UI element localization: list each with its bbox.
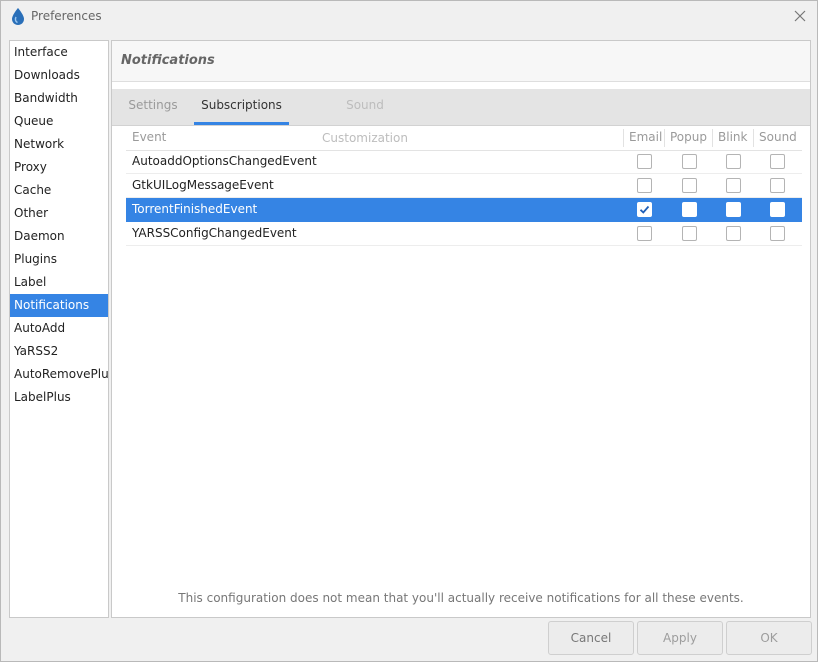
sound-checkbox[interactable]: [770, 154, 785, 169]
column-header-email[interactable]: Email: [629, 130, 662, 144]
column-separator: [753, 129, 754, 147]
popup-checkbox[interactable]: [682, 178, 697, 193]
sidebar-item-labelplus[interactable]: LabelPlus: [10, 386, 108, 409]
apply-button[interactable]: Apply: [637, 621, 723, 655]
popup-checkbox[interactable]: [682, 226, 697, 241]
tab-settings[interactable]: Settings: [120, 89, 186, 122]
cancel-button[interactable]: Cancel: [548, 621, 634, 655]
email-checkbox[interactable]: [637, 226, 652, 241]
sidebar-item-proxy[interactable]: Proxy: [10, 156, 108, 179]
blink-checkbox[interactable]: [726, 202, 741, 217]
tab-subscriptions[interactable]: Subscriptions: [194, 89, 289, 125]
section-header: Notifications: [112, 41, 810, 82]
column-separator: [712, 129, 713, 147]
column-separator: [664, 129, 665, 147]
column-separator: [623, 129, 624, 147]
sidebar-item-downloads[interactable]: Downloads: [10, 64, 108, 87]
email-checkbox[interactable]: [637, 154, 652, 169]
notifications-panel: Notifications Settings Subscriptions Sou…: [111, 40, 811, 618]
event-name: AutoaddOptionsChangedEvent: [132, 154, 317, 168]
column-header-event[interactable]: Event: [132, 130, 166, 144]
sidebar-item-cache[interactable]: Cache: [10, 179, 108, 202]
sidebar-item-other[interactable]: Other: [10, 202, 108, 225]
footnote-text: This configuration does not mean that yo…: [178, 591, 744, 605]
sidebar-item-autoremoveplus[interactable]: AutoRemovePlus: [10, 363, 108, 386]
blink-checkbox[interactable]: [726, 226, 741, 241]
table-header: Event Email Popup Blink Sound: [126, 126, 802, 151]
column-header-popup[interactable]: Popup: [670, 130, 707, 144]
event-name: TorrentFinishedEvent: [132, 202, 258, 216]
table-row-selected[interactable]: TorrentFinishedEvent: [126, 198, 802, 222]
blink-checkbox[interactable]: [726, 154, 741, 169]
preferences-window: Preferences Interface Downloads Bandwidt…: [0, 0, 818, 662]
popup-checkbox[interactable]: [682, 202, 697, 217]
sidebar-item-label[interactable]: Label: [10, 271, 108, 294]
sound-checkbox[interactable]: [770, 202, 785, 217]
sidebar-item-plugins[interactable]: Plugins: [10, 248, 108, 271]
event-name: GtkUILogMessageEvent: [132, 178, 274, 192]
email-checkbox[interactable]: [637, 202, 652, 217]
column-header-blink[interactable]: Blink: [718, 130, 747, 144]
window-title: Preferences: [31, 9, 102, 23]
preferences-sidebar: Interface Downloads Bandwidth Queue Netw…: [9, 40, 109, 618]
close-icon[interactable]: [791, 7, 809, 25]
checkmark-icon: [639, 205, 650, 214]
titlebar: Preferences: [1, 1, 817, 33]
popup-checkbox[interactable]: [682, 154, 697, 169]
tab-bar: Settings Subscriptions Sound Customizati…: [112, 89, 810, 145]
sound-checkbox[interactable]: [770, 178, 785, 193]
email-checkbox[interactable]: [637, 178, 652, 193]
sidebar-item-autoadd[interactable]: AutoAdd: [10, 317, 108, 340]
sidebar-item-interface[interactable]: Interface: [10, 41, 108, 64]
ok-button[interactable]: OK: [726, 621, 812, 655]
column-header-sound[interactable]: Sound: [759, 130, 797, 144]
blink-checkbox[interactable]: [726, 178, 741, 193]
sidebar-item-daemon[interactable]: Daemon: [10, 225, 108, 248]
table-row[interactable]: YARSSConfigChangedEvent: [126, 222, 802, 246]
sidebar-item-notifications[interactable]: Notifications: [10, 294, 108, 317]
sidebar-item-yarss2[interactable]: YaRSS2: [10, 340, 108, 363]
table-row[interactable]: GtkUILogMessageEvent: [126, 174, 802, 198]
tab-sound-customization: Sound Customization: [322, 98, 408, 145]
table-row[interactable]: AutoaddOptionsChangedEvent: [126, 150, 802, 174]
section-title: Notifications: [121, 53, 215, 68]
sidebar-item-network[interactable]: Network: [10, 133, 108, 156]
event-name: YARSSConfigChangedEvent: [132, 226, 297, 240]
sidebar-item-queue[interactable]: Queue: [10, 110, 108, 133]
sidebar-item-bandwidth[interactable]: Bandwidth: [10, 87, 108, 110]
sound-checkbox[interactable]: [770, 226, 785, 241]
deluge-drop-icon: [12, 8, 24, 25]
